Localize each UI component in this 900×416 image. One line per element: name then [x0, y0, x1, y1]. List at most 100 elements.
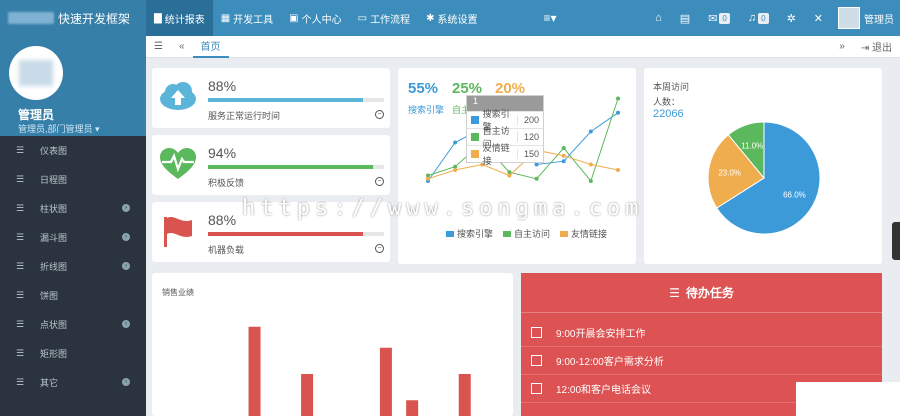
chart-tooltip: 1 搜索引擎 200 自主访问 120 友情链接 150	[466, 95, 544, 166]
hamburger-dropdown-icon[interactable]: ≡▾	[543, 11, 556, 25]
minus-circle-icon[interactable]: −	[375, 110, 384, 119]
profile-avatar[interactable]	[9, 46, 63, 100]
visits-subtitle: 人数：	[653, 97, 681, 107]
chevron-right-icon: ›	[122, 233, 130, 241]
grid-icon: ▦	[220, 12, 231, 24]
line-point[interactable]	[534, 162, 539, 167]
line-point[interactable]	[426, 176, 430, 181]
minus-circle-icon[interactable]: −	[375, 177, 384, 186]
bar[interactable]	[406, 400, 419, 416]
bar-chart	[248, 326, 471, 416]
line-point[interactable]	[561, 153, 566, 158]
bar[interactable]	[248, 326, 261, 416]
legend-swatch	[471, 116, 479, 124]
progress-bar	[208, 165, 384, 169]
monitor-icon: ▭	[357, 12, 368, 24]
mail-badge: 0	[719, 12, 730, 24]
side-scroll-tab[interactable]	[892, 222, 900, 260]
sidebar-item-funnel[interactable]: ☰ 漏斗图 ›	[0, 223, 146, 252]
top-navbar: 快速开发框架 ▇ 统计报表 ▦ 开发工具 ▣ 个人中心 ▭ 工作流程 ✱ 系统设…	[0, 0, 900, 36]
bar[interactable]	[379, 347, 392, 416]
sidebar-item-label: 点状图	[40, 320, 68, 330]
legend-item[interactable]: 自主访问	[503, 227, 550, 240]
user-menu[interactable]: 管理员	[832, 7, 900, 29]
line-point[interactable]	[534, 176, 539, 181]
legend-label: 自主访问	[514, 229, 551, 239]
corner-logo-box	[796, 382, 900, 416]
sidebar-item-calendar[interactable]: ☰ 日程图	[0, 165, 146, 194]
tabs-prev-icon[interactable]: «	[171, 41, 193, 52]
line-point[interactable]	[616, 168, 620, 172]
sidebar-item-other[interactable]: ☰ 其它 ›	[0, 368, 146, 397]
legend-item[interactable]: 搜索引擎	[446, 227, 493, 240]
todo-item[interactable]: 9:00-12:00客户需求分析	[521, 347, 882, 375]
chevron-right-icon: ›	[122, 320, 130, 328]
avatar	[838, 7, 860, 29]
profile-role-dropdown[interactable]: 管理员,部门管理员 ▾	[18, 122, 100, 135]
bar[interactable]	[301, 374, 314, 416]
topnav-label: 工作流程	[370, 14, 411, 26]
topnav-workflow[interactable]: ▭ 工作流程	[350, 0, 418, 36]
settings-icon[interactable]: ✲	[778, 12, 805, 25]
line-point[interactable]	[453, 168, 458, 172]
sidebar-item-bar[interactable]: ☰ 柱状图 ›	[0, 194, 146, 223]
line-point[interactable]	[561, 159, 566, 164]
topnav-label: 个人中心	[301, 14, 342, 26]
topnav-settings[interactable]: ✱ 系统设置	[418, 0, 485, 36]
line-point[interactable]	[453, 140, 458, 145]
profile-name: 管理员	[18, 108, 55, 122]
bell-icon: ♫	[747, 12, 757, 24]
line-point[interactable]	[616, 96, 620, 101]
stat-card-feedback: 94% 积极反馈 −	[152, 135, 390, 195]
brand[interactable]: 快速开发框架	[0, 0, 146, 36]
bell-badge: 0	[758, 12, 769, 24]
todo-title: 待办任务	[685, 286, 734, 300]
sidebar-item-label: 日程图	[40, 175, 68, 185]
topnav-personal[interactable]: ▣ 个人中心	[281, 0, 349, 36]
line-point[interactable]	[588, 129, 593, 134]
logout-button[interactable]: ⇥ 退出	[853, 39, 900, 54]
line-point[interactable]	[561, 146, 566, 150]
sidebar-item-scatter[interactable]: ☰ 点状图 ›	[0, 310, 146, 339]
sidebar-toggle-icon[interactable]: ☰	[146, 41, 171, 52]
app-title: 快速开发框架	[58, 11, 131, 26]
todo-checkbox[interactable]	[531, 327, 542, 338]
mail-button[interactable]: ✉ 0	[699, 12, 739, 25]
legend-swatch	[471, 150, 479, 158]
sidebar-item-label: 仪表图	[40, 146, 68, 156]
line-point[interactable]	[507, 173, 512, 178]
sidebar-item-line[interactable]: ☰ 折线图 ›	[0, 252, 146, 281]
legend-label: 搜索引擎	[457, 229, 494, 239]
bar[interactable]	[458, 374, 471, 416]
book-icon[interactable]: ▤	[671, 12, 699, 25]
line-point[interactable]	[588, 179, 593, 183]
todo-checkbox[interactable]	[531, 383, 542, 394]
chart-icon: ▇	[154, 12, 162, 24]
home-icon[interactable]: ⌂	[646, 12, 671, 24]
flag-icon	[158, 214, 198, 247]
topnav-label: 系统设置	[437, 14, 478, 26]
tab-home[interactable]: 首页	[192, 36, 229, 58]
stat-percent: 94%	[208, 145, 237, 161]
minus-circle-icon[interactable]: −	[375, 244, 384, 253]
bell-button[interactable]: ♫ 0	[739, 12, 778, 24]
sidebar-item-gauge[interactable]: ☰ 仪表图	[0, 136, 146, 165]
sidebar-item-pie[interactable]: ☰ 饼图	[0, 281, 146, 310]
fullscreen-icon[interactable]: ✕	[805, 12, 832, 25]
line-point[interactable]	[588, 162, 593, 167]
legend-label: 友情链接	[571, 229, 608, 239]
pie-label: 23.0%	[718, 169, 741, 178]
todo-checkbox[interactable]	[531, 355, 542, 366]
legend-item[interactable]: 友情链接	[560, 227, 607, 240]
sidebar: 管理员 管理员,部门管理员 ▾ ☰ 仪表图 ☰ 日程图 ☰ 柱状图 › ☰ 漏斗…	[0, 36, 146, 416]
cloud-upload-icon	[158, 80, 198, 112]
tabs-next-icon[interactable]: »	[831, 41, 853, 52]
topnav-stats[interactable]: ▇ 统计报表	[146, 0, 213, 36]
tooltip-row: 友情链接 150	[467, 143, 543, 166]
todo-item[interactable]: 9:00开晨会安排工作	[521, 319, 882, 347]
list-icon: ☰	[16, 145, 25, 155]
line-point[interactable]	[616, 110, 620, 115]
topnav-devtools[interactable]: ▦ 开发工具	[213, 0, 281, 36]
sidebar-item-rect[interactable]: ☰ 矩形图	[0, 339, 146, 368]
sidebar-item-label: 其它	[40, 378, 59, 388]
